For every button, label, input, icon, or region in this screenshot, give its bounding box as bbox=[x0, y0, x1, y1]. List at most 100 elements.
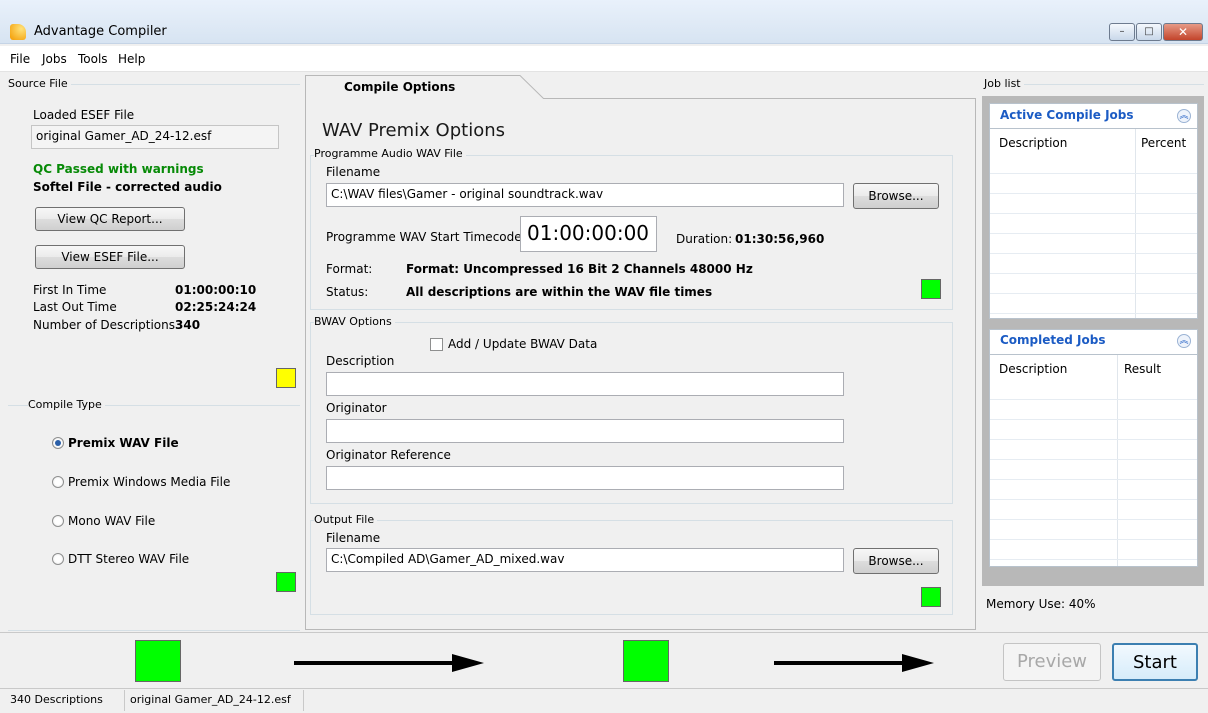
status-label: Status: bbox=[326, 285, 369, 299]
start-timecode-input[interactable]: 01:00:00:00 bbox=[520, 216, 657, 252]
menu-help[interactable]: Help bbox=[118, 52, 145, 66]
tab-compile-options-label[interactable]: Compile Options bbox=[344, 80, 455, 94]
table-row bbox=[990, 174, 1197, 194]
preview-button[interactable]: Preview bbox=[1003, 643, 1101, 681]
status-separator bbox=[124, 690, 125, 711]
programme-status-indicator bbox=[921, 279, 941, 299]
start-button[interactable]: Start bbox=[1112, 643, 1198, 681]
menu-jobs[interactable]: Jobs bbox=[42, 52, 67, 66]
first-in-label: First In Time bbox=[33, 283, 107, 297]
radio-mono-wav-label[interactable]: Mono WAV File bbox=[68, 514, 155, 528]
table-row bbox=[990, 380, 1197, 400]
active-jobs-col-percent[interactable]: Percent bbox=[1141, 136, 1186, 150]
radio-premix-wav[interactable] bbox=[52, 437, 64, 449]
maximize-button[interactable]: □ bbox=[1136, 23, 1162, 41]
bwav-description-label: Description bbox=[326, 354, 395, 368]
app-icon bbox=[10, 24, 26, 40]
compile-type-indicator bbox=[276, 572, 296, 592]
menu-file[interactable]: File bbox=[10, 52, 30, 66]
programme-filename-label: Filename bbox=[326, 165, 381, 179]
radio-premix-wav-label[interactable]: Premix WAV File bbox=[68, 436, 179, 450]
output-file-group-label: Output File bbox=[314, 513, 378, 526]
loaded-esef-field[interactable]: original Gamer_AD_24-12.esf bbox=[31, 125, 279, 149]
table-row bbox=[990, 480, 1197, 500]
source-group-label: Source File bbox=[8, 77, 71, 90]
loaded-esef-label: Loaded ESEF File bbox=[33, 108, 135, 122]
completed-jobs-collapse-icon[interactable]: ︽ bbox=[1177, 334, 1191, 348]
menu-bar bbox=[0, 46, 1208, 72]
stage-arrow-1-shaft bbox=[294, 661, 454, 665]
bwav-originator-label: Originator bbox=[326, 401, 387, 415]
status-value: All descriptions are within the WAV file… bbox=[406, 285, 713, 299]
active-jobs-collapse-icon[interactable]: ︽ bbox=[1177, 109, 1191, 123]
programme-audio-group-label: Programme Audio WAV File bbox=[314, 147, 466, 160]
arrow-right-icon bbox=[902, 654, 934, 672]
active-jobs-col-description[interactable]: Description bbox=[999, 136, 1067, 150]
bwav-originator-ref-input[interactable] bbox=[326, 466, 844, 490]
num-descriptions-value: 340 bbox=[175, 318, 201, 332]
radio-dtt-stereo[interactable] bbox=[52, 553, 64, 565]
output-status-indicator bbox=[921, 587, 941, 607]
active-jobs-grid bbox=[990, 154, 1197, 314]
completed-jobs-title: Completed Jobs bbox=[1000, 333, 1106, 347]
view-esef-file-button[interactable]: View ESEF File... bbox=[35, 245, 185, 269]
completed-jobs-grid bbox=[990, 380, 1197, 560]
format-value: Format: Uncompressed 16 Bit 2 Channels 4… bbox=[406, 262, 753, 276]
left-bottom-border bbox=[8, 630, 300, 631]
bwav-checkbox[interactable] bbox=[430, 338, 443, 351]
output-filename-label: Filename bbox=[326, 531, 381, 545]
menu-tools[interactable]: Tools bbox=[78, 52, 108, 66]
bwav-originator-ref-label: Originator Reference bbox=[326, 448, 451, 462]
bwav-description-input[interactable] bbox=[326, 372, 844, 396]
format-label: Format: bbox=[326, 262, 373, 276]
programme-browse-button[interactable]: Browse... bbox=[853, 183, 939, 209]
table-row bbox=[990, 254, 1197, 274]
table-row bbox=[990, 460, 1197, 480]
table-row bbox=[990, 294, 1197, 314]
window-title: Advantage Compiler bbox=[34, 24, 167, 39]
bwav-options-group-label: BWAV Options bbox=[314, 315, 395, 328]
completed-jobs-col-result[interactable]: Result bbox=[1124, 362, 1161, 376]
last-out-label: Last Out Time bbox=[33, 300, 117, 314]
completed-jobs-col-description[interactable]: Description bbox=[999, 362, 1067, 376]
qc-status-text: QC Passed with warnings bbox=[33, 162, 204, 176]
wav-premix-heading: WAV Premix Options bbox=[322, 120, 505, 141]
radio-premix-wmf-label[interactable]: Premix Windows Media File bbox=[68, 475, 230, 489]
completed-jobs-divider bbox=[990, 354, 1197, 355]
programme-filename-input[interactable]: C:\WAV files\Gamer - original soundtrack… bbox=[326, 183, 844, 207]
table-row bbox=[990, 400, 1197, 420]
status-descriptions: 340 Descriptions bbox=[10, 693, 103, 706]
output-browse-button[interactable]: Browse... bbox=[853, 548, 939, 574]
status-separator bbox=[303, 690, 304, 711]
close-button[interactable]: ✕ bbox=[1163, 23, 1203, 41]
compile-type-group-label: Compile Type bbox=[28, 398, 105, 411]
file-status-text: Softel File - corrected audio bbox=[33, 180, 222, 194]
table-row bbox=[990, 194, 1197, 214]
duration-label: Duration: bbox=[676, 232, 733, 246]
radio-mono-wav[interactable] bbox=[52, 515, 64, 527]
view-qc-report-button[interactable]: View QC Report... bbox=[35, 207, 185, 231]
first-in-value: 01:00:00:10 bbox=[175, 283, 257, 297]
num-descriptions-label: Number of Descriptions bbox=[33, 318, 175, 332]
table-row bbox=[990, 420, 1197, 440]
job-list-group-label: Job list bbox=[984, 77, 1024, 90]
radio-premix-wmf[interactable] bbox=[52, 476, 64, 488]
memory-use-text: Memory Use: 40% bbox=[986, 597, 1096, 611]
stage-1-indicator bbox=[135, 640, 181, 682]
title-bar bbox=[0, 0, 1208, 44]
output-filename-input[interactable]: C:\Compiled AD\Gamer_AD_mixed.wav bbox=[326, 548, 844, 572]
table-row bbox=[990, 274, 1197, 294]
table-row bbox=[990, 234, 1197, 254]
radio-dtt-stereo-label[interactable]: DTT Stereo WAV File bbox=[68, 552, 189, 566]
table-row bbox=[990, 154, 1197, 174]
arrow-right-icon bbox=[452, 654, 484, 672]
bwav-checkbox-label[interactable]: Add / Update BWAV Data bbox=[448, 337, 597, 351]
status-file: original Gamer_AD_24-12.esf bbox=[130, 693, 291, 706]
table-row bbox=[990, 520, 1197, 540]
last-out-value: 02:25:24:24 bbox=[175, 300, 257, 314]
minimize-button[interactable]: – bbox=[1109, 23, 1135, 41]
bwav-originator-input[interactable] bbox=[326, 419, 844, 443]
stage-2-indicator bbox=[623, 640, 669, 682]
source-status-indicator bbox=[276, 368, 296, 388]
start-timecode-label: Programme WAV Start Timecode bbox=[326, 230, 522, 244]
